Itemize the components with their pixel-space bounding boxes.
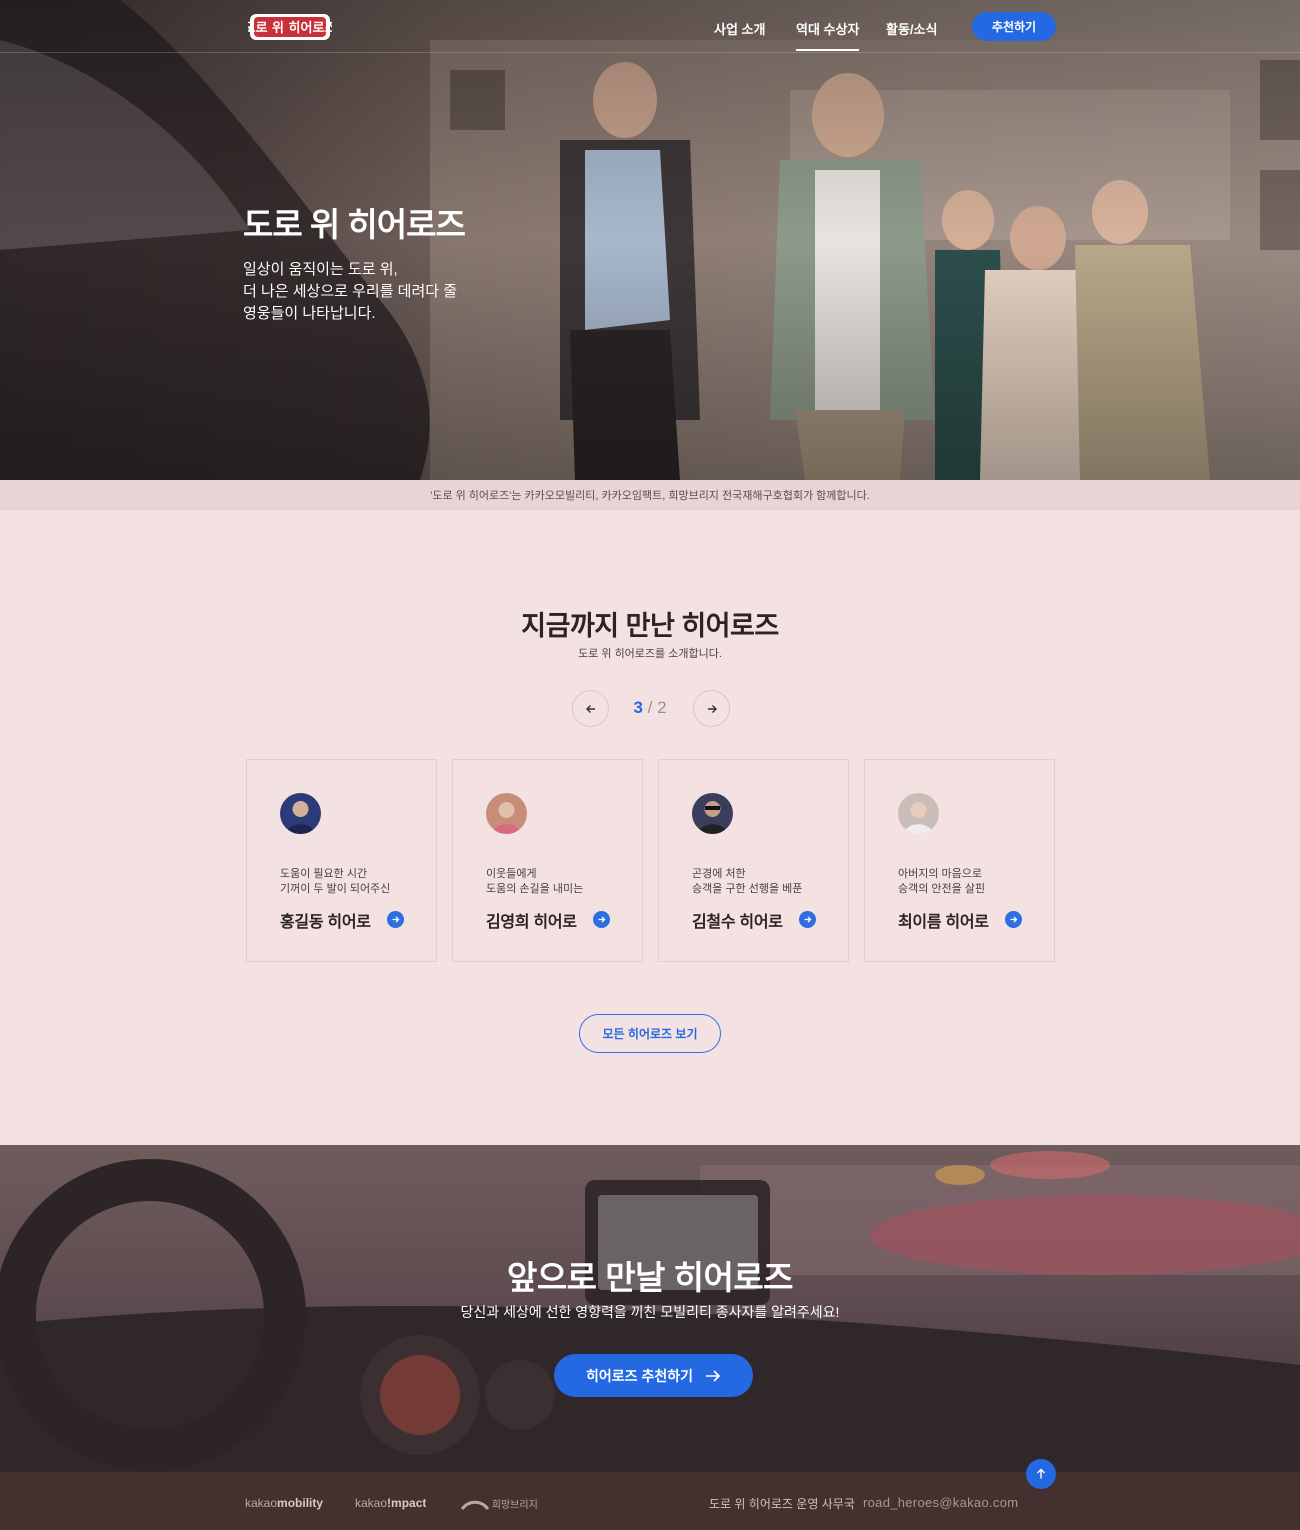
arrow-right-icon	[705, 1369, 721, 1382]
partner-notice: '도로 위 히어로즈'는 카카오모빌리티, 카카오임팩트, 희망브리지 전국재해…	[0, 480, 1300, 510]
avatar	[486, 793, 527, 834]
hero-card-description: 도움이 필요한 시간기꺼이 두 발이 되어주신	[280, 867, 430, 897]
site-header: 도로 위 히어로즈 사업 소개 역대 수상자 활동/소식 추천하기	[0, 0, 1300, 53]
hero-description: 일상이 움직이는 도로 위, 더 나은 세상으로 우리를 데려다 줄 영웅들이 …	[243, 259, 503, 325]
avatar	[692, 793, 733, 834]
hero-card[interactable]: 아버지의 마음으로승객의 안전을 살핀 최이름 히어로	[864, 759, 1055, 962]
hero-card[interactable]: 도움이 필요한 시간기꺼이 두 발이 되어주신 홍길동 히어로	[246, 759, 437, 962]
nav-item-about[interactable]: 사업 소개	[714, 19, 765, 38]
cta-title-plain: 앞으로 만날	[506, 1259, 674, 1296]
cta-button-label: 히어로즈 추천하기	[586, 1367, 693, 1384]
view-all-heroes-button[interactable]: 모든 히어로즈 보기	[579, 1014, 721, 1053]
hero-desc-line: 더 나은 세상으로 우리를 데려다 줄	[243, 283, 458, 300]
arrow-right-icon[interactable]	[1005, 911, 1022, 928]
kakaoimpact-logo: kakao!mpact	[355, 1496, 426, 1510]
page-separator: /	[642, 698, 658, 717]
hero-card-name: 홍길동 히어로	[280, 914, 371, 931]
hero-card-description: 이웃들에게도움의 손길을 내미는	[486, 867, 636, 897]
cta-title: 앞으로 만날 히어로즈	[0, 1251, 1300, 1299]
hero-card-name: 김영희 히어로	[486, 914, 577, 931]
cta-title-bold: 히어로즈	[673, 1259, 794, 1296]
hero-title: 도로 위 히어로즈	[243, 206, 466, 243]
footer-email[interactable]: road_heroes@kakao.com	[863, 1495, 1018, 1510]
cta-subtitle: 당신과 세상에 선한 영향력을 끼친 모빌리티 종사자를 알려주세요!	[460, 1304, 840, 1320]
nav-item-news[interactable]: 활동/소식	[886, 19, 937, 38]
logo-bold: !mpact	[387, 1496, 427, 1510]
page-indicator: 3 / 2	[625, 698, 675, 718]
title-bold: 히어로즈	[681, 611, 779, 641]
arrow-right-icon	[707, 704, 717, 713]
hero-photo	[0, 0, 1300, 480]
hero-desc-line: 일상이 움직이는 도로 위,	[243, 261, 398, 278]
desc-line: 도움의 손길을 내미는	[486, 883, 584, 895]
desc-line: 도움이 필요한 시간	[280, 868, 368, 880]
desc-line: 승객의 안전을 살핀	[898, 883, 986, 895]
hero-card[interactable]: 곤경에 처한승객을 구한 선행을 베푼 김철수 히어로	[658, 759, 849, 962]
scroll-top-button[interactable]	[1026, 1459, 1056, 1489]
hero-card-description: 곤경에 처한승객을 구한 선행을 베푼	[692, 867, 842, 897]
kakaomobility-logo: kakaomobility	[245, 1496, 323, 1510]
logo-text: 도로 위 히어로즈	[248, 20, 332, 36]
arrow-up-icon	[1037, 1468, 1045, 1479]
site-footer	[0, 1472, 1300, 1530]
logo-light: kakao	[245, 1496, 278, 1510]
hero-card-name: 김철수 히어로	[692, 914, 783, 931]
desc-line: 곤경에 처한	[692, 868, 746, 880]
hero-banner: 도로 위 히어로즈 사업 소개 역대 수상자 활동/소식 추천하기 도로 위 히…	[0, 0, 1300, 480]
footer-office: 도로 위 히어로즈 운영 사무국	[709, 1497, 855, 1511]
logo[interactable]: 도로 위 히어로즈	[248, 10, 332, 42]
current-page: 3	[633, 698, 643, 717]
desc-line: 이웃들에게	[486, 868, 537, 880]
desc-line: 아버지의 마음으로	[898, 868, 983, 880]
prev-page-button[interactable]	[572, 690, 609, 727]
hero-desc-line: 영웅들이 나타납니다.	[243, 305, 376, 322]
logo-light: kakao	[355, 1496, 388, 1510]
heroes-section-title: 지금까지 만난 히어로즈	[0, 604, 1300, 643]
hopebridge-logo: 희망브리지	[460, 1496, 538, 1511]
desc-line: 기꺼이 두 발이 되어주신	[280, 883, 391, 895]
title-plain: 지금까지 만난	[521, 611, 682, 641]
total-pages: 2	[657, 698, 667, 717]
hero-card-description: 아버지의 마음으로승객의 안전을 살핀	[898, 867, 1048, 897]
recommend-heroes-button[interactable]: 히어로즈 추천하기	[554, 1354, 753, 1397]
arrow-right-icon[interactable]	[799, 911, 816, 928]
logo-bold: mobility	[277, 1496, 324, 1510]
arrow-left-icon	[585, 704, 595, 713]
next-page-button[interactable]	[693, 690, 730, 727]
hero-card-name: 최이름 히어로	[898, 914, 989, 931]
hopebridge-icon	[460, 1501, 490, 1511]
desc-line: 승객을 구한 선행을 베푼	[692, 883, 803, 895]
avatar	[280, 793, 321, 834]
hero-card[interactable]: 이웃들에게도움의 손길을 내미는 김영희 히어로	[452, 759, 643, 962]
heroes-section-subtitle: 도로 위 히어로즈를 소개합니다.	[578, 648, 722, 660]
recommend-button[interactable]: 추천하기	[972, 12, 1056, 41]
avatar	[898, 793, 939, 834]
nav-item-winners[interactable]: 역대 수상자	[796, 19, 860, 51]
arrow-right-icon[interactable]	[593, 911, 610, 928]
arrow-right-icon[interactable]	[387, 911, 404, 928]
logo-light: 희망브리지	[491, 1500, 538, 1511]
